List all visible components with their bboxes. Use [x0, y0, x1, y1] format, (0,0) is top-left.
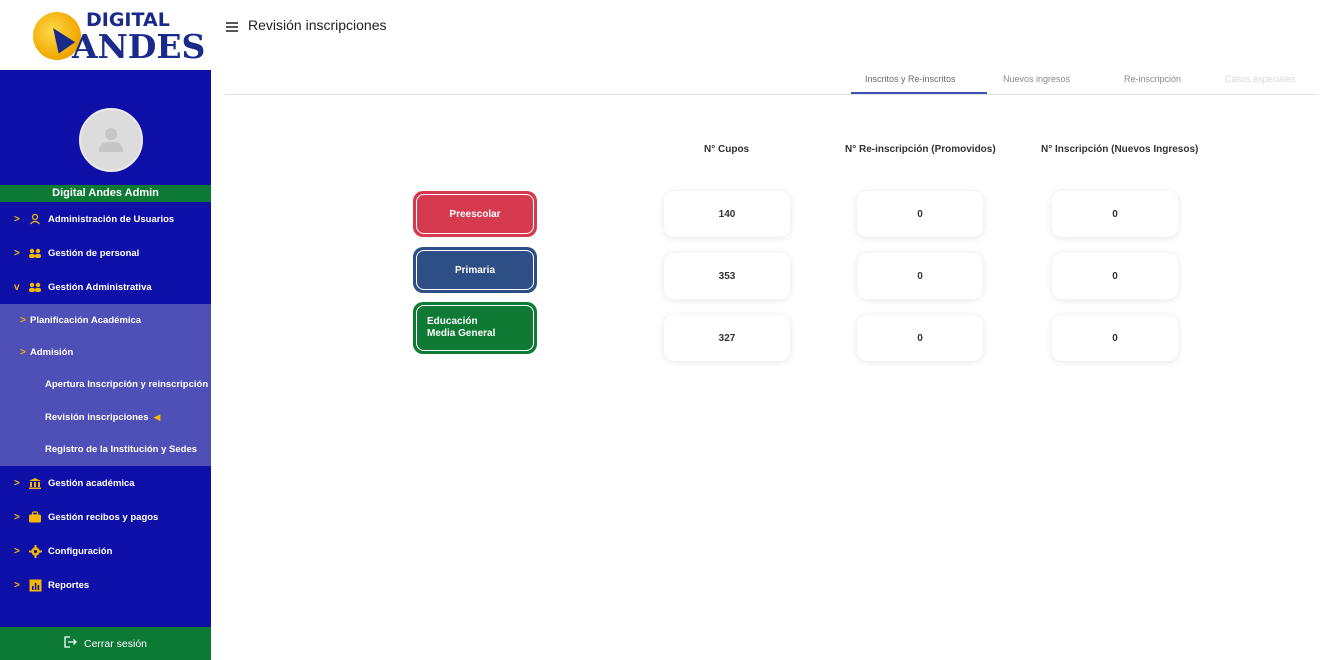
- sidebar-item-label: Revisión inscripciones: [45, 411, 149, 423]
- sidebar-item-label: Gestión de personal: [48, 247, 140, 259]
- profile: [0, 70, 211, 185]
- sidebar-subsubitem-revision[interactable]: Revisión inscripciones ◀: [0, 401, 211, 434]
- tab-nuevos-ingresos[interactable]: Nuevos ingresos: [1003, 74, 1070, 84]
- sidebar-menu: > Administración de Usuarios > Gestión d…: [0, 202, 211, 602]
- sidebar-item-label: Apertura Inscripción y reinscripción: [45, 378, 209, 390]
- cell-inscripcion: 0: [1052, 315, 1178, 361]
- sidebar-item-label: Configuración: [48, 545, 113, 557]
- sidebar-item-gestion-administrativa[interactable]: v Gestión Administrativa: [0, 270, 211, 304]
- logout-icon: [64, 636, 78, 651]
- chevron-right-icon: >: [14, 545, 20, 557]
- sidebar-subsubitem-registro[interactable]: Registro de la Institución y Sedes: [0, 433, 211, 466]
- sidebar-subitem-admision[interactable]: > Admisión: [0, 336, 211, 368]
- sidebar-item-gestion-personal[interactable]: > Gestión de personal: [0, 236, 211, 270]
- chevron-right-icon: >: [14, 247, 20, 259]
- level-button-primaria[interactable]: Primaria: [413, 247, 537, 293]
- logo-text-andes: ANDES: [72, 27, 206, 66]
- level-label: Educación Media General: [427, 316, 496, 339]
- sidebar-item-label: Admisión: [30, 346, 74, 358]
- sidebar-item-label: Gestión recibos y pagos: [48, 511, 159, 523]
- sidebar-subsubitem-apertura[interactable]: Apertura Inscripción y reinscripción: [0, 368, 211, 401]
- users-icon: [28, 213, 42, 225]
- logout-label: Cerrar sesión: [83, 637, 148, 650]
- level-button-preescolar[interactable]: Preescolar: [413, 191, 537, 237]
- cell-cupos: 140: [664, 191, 790, 237]
- sidebar-item-label: Planificación Académica: [30, 314, 142, 326]
- sidebar-item-configuracion[interactable]: > Configuración: [0, 534, 211, 568]
- report-icon: [28, 579, 42, 592]
- column-header-reinscripcion: N° Re-inscripción (Promovidos): [845, 144, 996, 155]
- chevron-right-icon: >: [14, 511, 20, 523]
- bank-icon: [28, 477, 42, 490]
- tab-reinscripcion[interactable]: Re-inscripción: [1124, 74, 1181, 84]
- cell-inscripcion: 0: [1052, 191, 1178, 237]
- user-icon: [105, 128, 117, 140]
- chevron-right-icon: >: [14, 579, 20, 591]
- tab-casos-especiales[interactable]: Casos especiales: [1225, 74, 1296, 84]
- cell-cupos: 327: [664, 315, 790, 361]
- active-tab-indicator: [851, 92, 987, 94]
- briefcase-icon: [28, 511, 42, 523]
- sidebar: DIGITAL ANDES Digital Andes Admin > Admi…: [0, 0, 211, 660]
- logo[interactable]: DIGITAL ANDES: [0, 0, 211, 70]
- cell-inscripcion: 0: [1052, 253, 1178, 299]
- admin-icon: [28, 281, 42, 293]
- page-title: Revisión inscripciones: [248, 17, 387, 33]
- staff-icon: [28, 247, 42, 259]
- sidebar-item-administracion-usuarios[interactable]: > Administración de Usuarios: [0, 202, 211, 236]
- chevron-right-icon: >: [20, 346, 26, 358]
- chevron-right-icon: >: [20, 314, 26, 326]
- tab-inscritos-reinscritos[interactable]: Inscritos y Re-inscritos: [865, 74, 956, 84]
- cell-reinscripcion: 0: [857, 191, 983, 237]
- tab-bar: Inscritos y Re-inscritos Nuevos ingresos…: [225, 70, 1318, 95]
- user-name: Digital Andes Admin: [0, 185, 211, 202]
- sidebar-subitem-planificacion[interactable]: > Planificación Académica: [0, 304, 211, 336]
- submenu-gestion-administrativa: > Planificación Académica > Admisión Ape…: [0, 304, 211, 467]
- column-header-cupos: N° Cupos: [704, 144, 750, 155]
- active-indicator-icon: ◀: [153, 411, 161, 422]
- sidebar-item-gestion-academica[interactable]: > Gestión académica: [0, 466, 211, 500]
- avatar[interactable]: [79, 108, 143, 172]
- level-button-educacion-media[interactable]: Educación Media General: [413, 302, 537, 354]
- sidebar-item-label: Reportes: [48, 579, 90, 591]
- sidebar-item-label: Gestión académica: [48, 477, 135, 489]
- menu-toggle-icon[interactable]: [226, 22, 238, 32]
- gear-icon: [28, 544, 42, 558]
- cell-reinscripcion: 0: [857, 253, 983, 299]
- sidebar-item-label: Administración de Usuarios: [48, 213, 175, 225]
- sidebar-item-label: Registro de la Institución y Sedes: [45, 444, 198, 456]
- chevron-right-icon: >: [14, 477, 20, 489]
- column-header-inscripcion: N° Inscripción (Nuevos Ingresos): [1041, 144, 1199, 155]
- cell-cupos: 353: [664, 253, 790, 299]
- sidebar-item-label: Gestión Administrativa: [48, 281, 152, 293]
- cell-reinscripcion: 0: [857, 315, 983, 361]
- logout-button[interactable]: Cerrar sesión: [0, 627, 211, 660]
- sidebar-item-gestion-recibos[interactable]: > Gestión recibos y pagos: [0, 500, 211, 534]
- chevron-down-icon: v: [14, 281, 20, 293]
- sidebar-item-reportes[interactable]: > Reportes: [0, 568, 211, 602]
- chevron-right-icon: >: [14, 213, 20, 225]
